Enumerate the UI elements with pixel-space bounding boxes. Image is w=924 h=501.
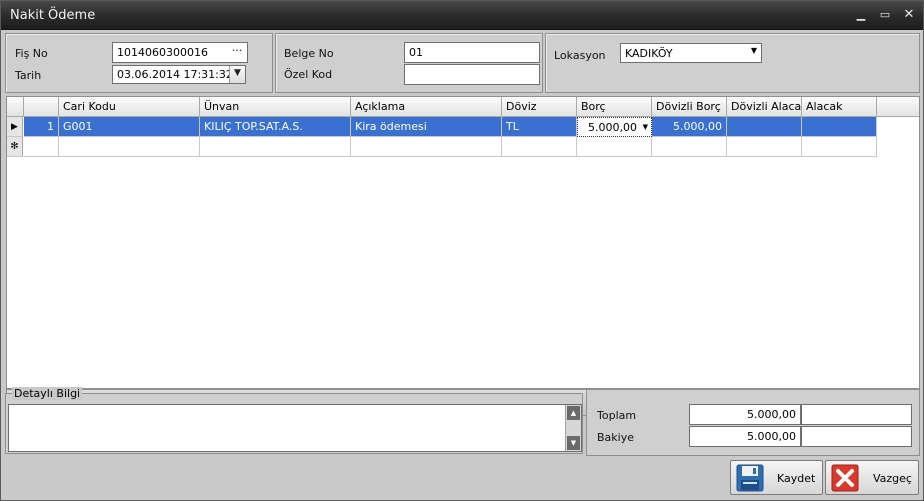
belge-no-value: 01 — [409, 46, 423, 59]
new-row-asterisk-icon[interactable]: ✻ — [7, 137, 23, 157]
column-header-alacak[interactable]: Alacak — [802, 97, 877, 117]
cancel-button[interactable]: Vazgeç — [825, 460, 919, 495]
tarih-value: 03.06.2014 17:31:32 — [117, 68, 233, 81]
ozel-kod-field[interactable] — [404, 64, 540, 85]
scroll-down-icon[interactable]: ▼ — [567, 436, 580, 450]
tarih-field[interactable]: 03.06.2014 17:31:32 ▼ — [112, 65, 246, 84]
lokasyon-label: Lokasyon — [554, 49, 606, 62]
belge-no-label: Belge No — [284, 47, 334, 60]
column-header-dovizli-alacak[interactable]: Dövizli Alacak — [727, 97, 802, 117]
bakiye-label: Bakiye — [597, 431, 634, 444]
transactions-grid[interactable]: Cari Kodu Ünvan Açıklama Döviz Borç Dövi… — [6, 96, 920, 389]
column-header-aciklama[interactable]: Açıklama — [351, 97, 502, 117]
header-filler — [877, 97, 919, 117]
cell-alacak[interactable] — [802, 117, 877, 137]
ellipsis-icon[interactable]: ··· — [227, 43, 247, 62]
column-header-doviz[interactable]: Döviz — [502, 97, 577, 117]
new-row-cell[interactable] — [59, 137, 200, 157]
new-row-cell[interactable] — [577, 137, 652, 157]
toplam-extra-field — [801, 404, 912, 425]
column-header-cari-kodu[interactable]: Cari Kodu — [59, 97, 200, 117]
cell-dovizli-alacak[interactable] — [727, 117, 802, 137]
toplam-value: 5.000,00 — [747, 408, 796, 421]
lokasyon-value: KADIKÖY — [625, 47, 673, 60]
toplam-field: 5.000,00 — [689, 404, 801, 425]
toplam-label: Toplam — [597, 409, 637, 422]
cell-aciklama[interactable]: Kira ödemesi — [351, 117, 502, 137]
ozel-kod-label: Özel Kod — [284, 68, 333, 81]
column-header-dovizli-borc[interactable]: Dövizli Borç — [652, 97, 727, 117]
cell-cari-kodu[interactable]: G001 — [59, 117, 200, 137]
new-row-cell[interactable] — [802, 137, 877, 157]
title-bar: Nakit Ödeme ▁ ▭ ✕ — [1, 1, 923, 30]
grid-corner-header — [7, 97, 24, 117]
red-x-icon — [831, 464, 859, 492]
cell-dovizli-borc[interactable]: 5.000,00 — [652, 117, 727, 137]
chevron-down-icon[interactable]: ▼ — [643, 123, 648, 131]
row-number-header — [24, 97, 59, 117]
fis-no-value: 1014060300016 — [117, 46, 208, 59]
fis-no-field[interactable]: 1014060300016 ··· — [112, 42, 248, 63]
minimize-icon[interactable]: ▁ — [853, 7, 869, 23]
new-row-cell[interactable] — [502, 137, 577, 157]
memo-scrollbar[interactable]: ▲ ▼ — [565, 405, 581, 451]
new-row-cell[interactable] — [351, 137, 502, 157]
payment-window: Nakit Ödeme ▁ ▭ ✕ Fiş No 1014060300016 ·… — [0, 0, 924, 501]
window-title: Nakit Ödeme — [10, 8, 96, 23]
bakiye-field: 5.000,00 — [689, 426, 801, 447]
new-row-cell[interactable] — [652, 137, 727, 157]
current-row-arrow-icon[interactable]: ▶ — [7, 117, 23, 137]
bakiye-extra-field — [801, 426, 912, 447]
floppy-disk-icon — [736, 464, 764, 492]
lokasyon-select[interactable]: KADIKÖY ▼ — [620, 43, 762, 63]
column-header-borc[interactable]: Borç — [577, 97, 652, 117]
detail-group-title: Detaylı Bilgi — [12, 387, 83, 400]
bakiye-value: 5.000,00 — [747, 430, 796, 443]
close-icon[interactable]: ✕ — [901, 7, 917, 23]
tarih-label: Tarih — [15, 69, 42, 82]
form-body: Fiş No 1014060300016 ··· Tarih 03.06.201… — [1, 31, 923, 500]
save-button[interactable]: Kaydet — [730, 460, 823, 495]
cell-unvan[interactable]: KILIÇ TOP.SAT.A.S. — [200, 117, 351, 137]
receipt-panel: Fiş No 1014060300016 ··· Tarih 03.06.201… — [5, 33, 273, 93]
scroll-up-icon[interactable]: ▲ — [567, 406, 580, 420]
location-panel: Lokasyon KADIKÖY ▼ — [545, 33, 920, 93]
chevron-down-icon[interactable]: ▼ — [229, 66, 245, 83]
row-number: 1 — [24, 117, 59, 137]
detail-memo[interactable]: ▲ ▼ — [8, 404, 582, 452]
cell-borc: 5.000,00 — [588, 121, 637, 134]
fis-no-label: Fiş No — [15, 47, 48, 60]
detail-group: Detaylı Bilgi ▲ ▼ — [5, 387, 583, 454]
column-header-unvan[interactable]: Ünvan — [200, 97, 351, 117]
new-row-cell[interactable] — [200, 137, 351, 157]
totals-group: Toplam 5.000,00 Bakiye 5.000,00 — [586, 389, 920, 456]
belge-no-field[interactable]: 01 — [404, 42, 540, 63]
cancel-button-label: Vazgeç — [873, 472, 912, 485]
new-row-cell[interactable] — [24, 137, 59, 157]
cell-borc-editor[interactable]: 5.000,00 ▼ — [577, 117, 652, 137]
maximize-icon[interactable]: ▭ — [877, 7, 893, 23]
new-row-cell[interactable] — [727, 137, 802, 157]
save-button-label: Kaydet — [777, 472, 816, 485]
chevron-down-icon[interactable]: ▼ — [751, 46, 757, 55]
document-panel: Belge No 01 Özel Kod — [275, 33, 543, 93]
cell-doviz[interactable]: TL — [502, 117, 577, 137]
